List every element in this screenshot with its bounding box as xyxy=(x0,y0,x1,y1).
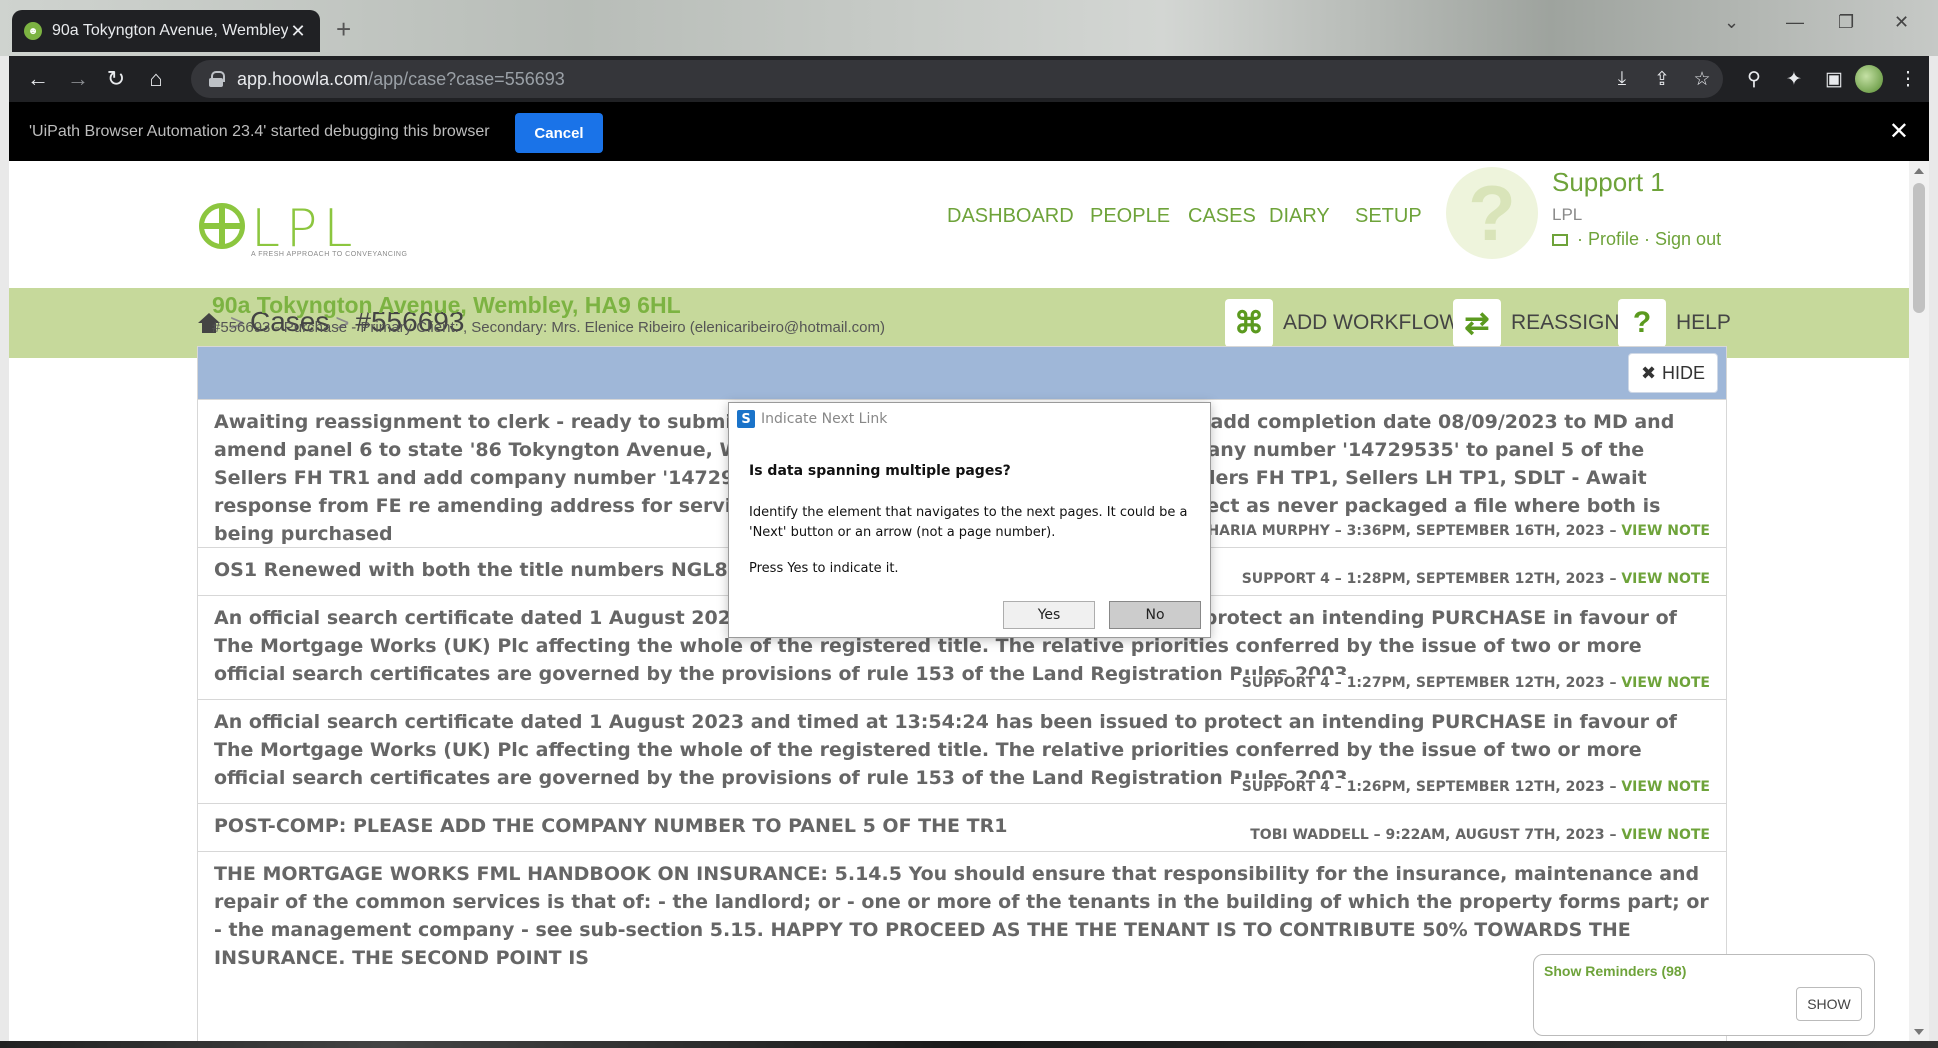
note-meta: SUPPORT 4 – 1:27PM, SEPTEMBER 12TH, 2023… xyxy=(1233,675,1710,691)
reassign-label: REASSIGN xyxy=(1511,311,1620,334)
debug-infobar: 'UiPath Browser Automation 23.4' started… xyxy=(9,102,1929,161)
help-button[interactable]: ? HELP xyxy=(1618,298,1731,348)
note-meta: TOBI WADDELL – 9:22AM, AUGUST 7TH, 2023 … xyxy=(1242,827,1710,843)
user-name: Support 1 xyxy=(1552,167,1665,197)
note-author: SUPPORT 4 – 1:28PM, SEPTEMBER 12TH, 2023… xyxy=(1241,571,1617,587)
install-app-icon[interactable]: ⤓ xyxy=(1609,66,1635,92)
maximize-icon[interactable]: ❐ xyxy=(1838,12,1854,33)
show-reminders-link[interactable]: Show Reminders (98) xyxy=(1544,963,1686,979)
favicon-icon: ☻ xyxy=(24,22,42,40)
taskbar-edge xyxy=(0,1041,1938,1048)
user-org: LPL xyxy=(1552,205,1583,224)
page-scrollbar[interactable] xyxy=(1909,161,1929,1041)
question-icon: ? xyxy=(1618,299,1666,347)
reassign-button[interactable]: ⇄ REASSIGN xyxy=(1453,298,1620,348)
home-icon[interactable]: ⌂ xyxy=(141,64,171,94)
dialog-instruction: Press Yes to indicate it. xyxy=(749,561,899,576)
tab-title: 90a Tokyngton Avenue, Wembley xyxy=(52,22,288,39)
hide-notes-button[interactable]: ✖ HIDE xyxy=(1628,353,1718,393)
scroll-thumb[interactable] xyxy=(1913,183,1925,313)
hide-label: HIDE xyxy=(1662,362,1706,383)
add-workflow-button[interactable]: ⌘ ADD WORKFLOW xyxy=(1225,298,1459,348)
browser-menu-icon[interactable]: ⋮ xyxy=(1895,66,1921,92)
dialog-title: Indicate Next Link xyxy=(761,411,888,427)
share-icon[interactable]: ⇪ xyxy=(1649,66,1675,92)
nav-diary[interactable]: DIARY xyxy=(1269,205,1330,228)
browser-toolbar: ← → ↻ ⌂ app.hoowla.com/app/case?case=556… xyxy=(9,56,1929,102)
lpl-logo[interactable]: LPL A FRESH APPROACH TO CONVEYANCING xyxy=(199,199,407,261)
shuffle-icon: ⇄ xyxy=(1453,299,1501,347)
note-item: An official search certificate dated 1 A… xyxy=(198,699,1726,803)
note-text: THE MORTGAGE WORKS FML HANDBOOK ON INSUR… xyxy=(214,863,1709,969)
nav-people[interactable]: PEOPLE xyxy=(1090,205,1170,228)
minimize-icon[interactable]: — xyxy=(1786,12,1804,33)
workflow-icon: ⌘ xyxy=(1225,299,1273,347)
view-note-link[interactable]: VIEW NOTE xyxy=(1621,675,1710,691)
indicate-next-link-dialog: S Indicate Next Link Is data spanning mu… xyxy=(728,402,1211,638)
close-infobar-icon[interactable]: ✕ xyxy=(1889,117,1909,146)
new-tab-icon[interactable]: + xyxy=(336,14,351,45)
note-meta: SUPPORT 4 – 1:26PM, SEPTEMBER 12TH, 2023… xyxy=(1233,779,1710,795)
notes-panel-header: ✖ HIDE xyxy=(198,347,1726,399)
browser-tab-strip: ☻ 90a Tokyngton Avenue, Wembley ✕ + ⌄ — … xyxy=(0,0,1938,56)
scroll-down-icon[interactable] xyxy=(1914,1029,1924,1035)
view-note-link[interactable]: VIEW NOTE xyxy=(1621,523,1710,539)
uipath-logo-icon: S xyxy=(737,410,755,428)
profile-avatar[interactable] xyxy=(1855,65,1883,93)
note-author: SHARIA MURPHY – 3:36PM, SEPTEMBER 16TH, … xyxy=(1197,523,1617,539)
dialog-titlebar: S Indicate Next Link xyxy=(729,403,1210,435)
add-workflow-label: ADD WORKFLOW xyxy=(1283,311,1460,334)
nav-setup[interactable]: SETUP xyxy=(1355,205,1422,228)
logo-text: LPL xyxy=(251,199,359,259)
note-meta: SUPPORT 4 – 1:28PM, SEPTEMBER 12TH, 2023… xyxy=(1233,571,1710,587)
browser-tab[interactable]: ☻ 90a Tokyngton Avenue, Wembley ✕ xyxy=(12,10,320,52)
cancel-debug-button[interactable]: Cancel xyxy=(515,113,603,153)
show-reminders-button[interactable]: SHOW xyxy=(1796,987,1862,1021)
logo-tagline: A FRESH APPROACH TO CONVEYANCING xyxy=(251,251,408,258)
side-panel-icon[interactable]: ▣ xyxy=(1821,66,1847,92)
address-bar[interactable]: app.hoowla.com/app/case?case=556693 xyxy=(191,60,1723,98)
note-author: SUPPORT 4 – 1:27PM, SEPTEMBER 12TH, 2023… xyxy=(1241,675,1617,691)
view-note-link[interactable]: VIEW NOTE xyxy=(1621,779,1710,795)
debug-message: 'UiPath Browser Automation 23.4' started… xyxy=(29,123,490,140)
reload-icon[interactable]: ↻ xyxy=(101,64,131,94)
view-note-link[interactable]: VIEW NOTE xyxy=(1621,571,1710,587)
search-extension-icon[interactable]: ⚲ xyxy=(1741,66,1767,92)
note-author: TOBI WADDELL – 9:22AM, AUGUST 7TH, 2023 … xyxy=(1250,827,1617,843)
envelope-icon[interactable] xyxy=(1552,234,1568,246)
nav-dashboard[interactable]: DASHBOARD xyxy=(947,205,1074,228)
note-item: POST-COMP: PLEASE ADD THE COMPANY NUMBER… xyxy=(198,803,1726,851)
case-subtitle: #556693 - Purchase - Primary Client: , S… xyxy=(212,319,885,336)
case-address: 90a Tokyngton Avenue, Wembley, HA9 6HL xyxy=(212,292,681,318)
lock-icon xyxy=(209,71,225,87)
forward-icon[interactable]: → xyxy=(63,64,93,94)
close-window-icon[interactable]: ✕ xyxy=(1894,12,1909,33)
extensions-icon[interactable]: ✦ xyxy=(1781,66,1807,92)
note-item: THE MORTGAGE WORKS FML HANDBOOK ON INSUR… xyxy=(198,851,1726,971)
scroll-up-icon[interactable] xyxy=(1914,168,1924,174)
help-label: HELP xyxy=(1676,311,1731,334)
dialog-question: Is data spanning multiple pages? xyxy=(749,463,1011,479)
tab-search-icon[interactable]: ⌄ xyxy=(1724,12,1739,33)
note-meta: SHARIA MURPHY – 3:36PM, SEPTEMBER 16TH, … xyxy=(1189,523,1710,539)
no-button[interactable]: No xyxy=(1109,601,1201,629)
signout-link[interactable]: Sign out xyxy=(1655,229,1721,249)
lime-logo-icon xyxy=(199,203,245,249)
reminders-widget: Show Reminders (98) SHOW xyxy=(1533,954,1875,1036)
nav-cases[interactable]: CASES xyxy=(1188,205,1256,228)
profile-link[interactable]: Profile xyxy=(1588,229,1639,249)
close-tab-icon[interactable]: ✕ xyxy=(288,21,308,42)
url-host: app.hoowla.com xyxy=(237,68,369,89)
view-note-link[interactable]: VIEW NOTE xyxy=(1621,827,1710,843)
user-links: · Profile · Sign out xyxy=(1552,229,1721,250)
bookmark-star-icon[interactable]: ☆ xyxy=(1689,66,1715,92)
back-icon[interactable]: ← xyxy=(23,64,53,94)
user-avatar[interactable]: ? xyxy=(1446,167,1538,259)
close-icon: ✖ xyxy=(1640,362,1657,383)
note-author: SUPPORT 4 – 1:26PM, SEPTEMBER 12TH, 2023… xyxy=(1241,779,1617,795)
url-path: /app/case?case=556693 xyxy=(368,68,565,89)
yes-button[interactable]: Yes xyxy=(1003,601,1095,629)
dialog-description: Identify the element that navigates to t… xyxy=(749,505,1188,540)
